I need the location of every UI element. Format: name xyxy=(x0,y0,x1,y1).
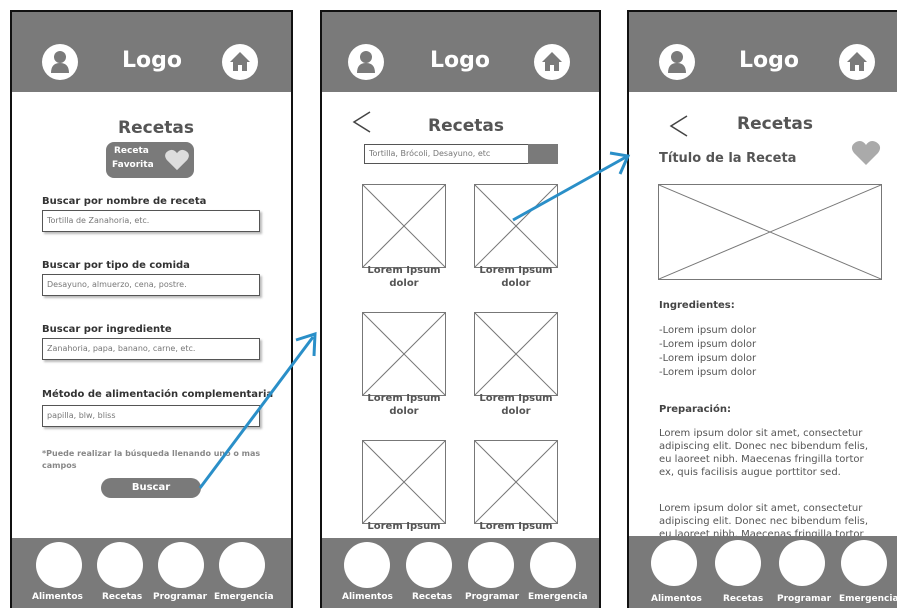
preparation-paragraph: Lorem ipsum dolor sit amet, consectetur … xyxy=(659,428,869,478)
bottom-nav: Alimentos Recetas Programar Emergencia xyxy=(322,538,599,608)
food-type-input[interactable]: Desayuno, almuerzo, cena, postre. xyxy=(42,274,260,296)
back-arrow-icon[interactable] xyxy=(350,110,374,134)
search-submit-button[interactable] xyxy=(528,144,558,164)
bottom-nav: Alimentos Recetas Programar Emergencia xyxy=(12,538,291,608)
nav-recetas-button[interactable] xyxy=(97,542,143,588)
preparation-heading: Preparación: xyxy=(659,404,731,415)
nav-label-programar: Programar xyxy=(465,592,520,602)
caption-line2: dolor xyxy=(501,406,531,417)
heart-icon[interactable] xyxy=(851,140,881,166)
back-arrow-icon[interactable] xyxy=(667,114,691,138)
ingredient-item: -Lorem ipsum dolor xyxy=(659,339,757,350)
recipe-image xyxy=(658,184,882,280)
nav-label-alimentos: Alimentos xyxy=(651,594,702,604)
page-title: Recetas xyxy=(428,116,504,136)
user-icon[interactable] xyxy=(42,44,78,80)
recipe-thumbnail[interactable] xyxy=(362,184,446,268)
heart-icon xyxy=(165,149,189,171)
home-icon[interactable] xyxy=(534,44,570,80)
nav-recetas-button[interactable] xyxy=(406,542,452,588)
method-label: Método de alimentación complementaria xyxy=(42,389,274,400)
method-input[interactable]: papilla, blw, bliss xyxy=(42,405,260,427)
recipe-thumbnail[interactable] xyxy=(474,312,558,396)
nav-label-recetas: Recetas xyxy=(723,594,764,604)
nav-programar-button[interactable] xyxy=(779,540,825,586)
recipe-thumbnail[interactable] xyxy=(474,184,558,268)
search-name-input[interactable]: Tortilla de Zanahoria, etc. xyxy=(42,210,260,232)
search-button[interactable]: Buscar xyxy=(101,478,201,498)
nav-emergencia-button[interactable] xyxy=(530,542,576,588)
caption-line2: dolor xyxy=(501,278,531,289)
top-bar: Logo xyxy=(629,12,897,92)
recipe-thumbnail[interactable] xyxy=(474,440,558,524)
nav-emergencia-button[interactable] xyxy=(219,542,265,588)
logo: Logo xyxy=(430,48,490,73)
home-icon[interactable] xyxy=(839,44,875,80)
nav-label-emergencia: Emergencia xyxy=(528,592,588,602)
caption-line1: Lorem Ipsum xyxy=(367,265,441,276)
food-type-label: Buscar por tipo de comida xyxy=(42,260,190,271)
nav-alimentos-button[interactable] xyxy=(651,540,697,586)
ingredient-item: -Lorem ipsum dolor xyxy=(659,353,757,364)
logo: Logo xyxy=(739,48,799,73)
caption-line1: Lorem Ipsum xyxy=(479,265,553,276)
logo: Logo xyxy=(122,48,182,73)
recipe-caption: Lorem Ipsum dolor xyxy=(474,392,558,418)
nav-emergencia-button[interactable] xyxy=(841,540,887,586)
screen-search-form: Logo Recetas Receta Favorita Buscar por … xyxy=(10,10,293,608)
favorite-recipe-button[interactable]: Receta Favorita xyxy=(106,142,194,178)
nav-programar-button[interactable] xyxy=(158,542,204,588)
nav-programar-button[interactable] xyxy=(468,542,514,588)
ingredient-item: -Lorem ipsum dolor xyxy=(659,325,757,336)
recipe-caption: Lorem Ipsum dolor xyxy=(362,264,446,290)
user-icon[interactable] xyxy=(348,44,384,80)
nav-label-programar: Programar xyxy=(153,592,208,602)
ingredient-item: -Lorem ipsum dolor xyxy=(659,367,757,378)
recipe-caption: Lorem Ipsum dolor xyxy=(362,392,446,418)
recipe-caption: Lorem Ipsum xyxy=(474,520,558,533)
caption-line2: dolor xyxy=(389,406,419,417)
recipe-caption: Lorem Ipsum xyxy=(362,520,446,533)
recipe-title: Título de la Receta xyxy=(659,151,797,166)
home-icon[interactable] xyxy=(222,44,258,80)
caption-line1: Lorem Ipsum xyxy=(367,521,441,532)
nav-label-alimentos: Alimentos xyxy=(32,592,83,602)
search-name-label: Buscar por nombre de receta xyxy=(42,196,207,207)
screen-recipe-detail: Logo Recetas Título de la Receta Ingredi… xyxy=(627,10,897,608)
nav-label-alimentos: Alimentos xyxy=(342,592,393,602)
nav-label-emergencia: Emergencia xyxy=(839,594,897,604)
caption-line1: Lorem Ipsum xyxy=(479,393,553,404)
nav-alimentos-button[interactable] xyxy=(344,542,390,588)
recipe-caption: Lorem Ipsum dolor xyxy=(474,264,558,290)
screen-results: Logo Recetas Tortilla, Brócoli, Desayuno… xyxy=(320,10,601,608)
recipe-thumbnail[interactable] xyxy=(362,312,446,396)
nav-alimentos-button[interactable] xyxy=(36,542,82,588)
favorite-label-line2: Favorita xyxy=(112,160,154,170)
flow-arrow-head xyxy=(609,151,631,175)
caption-line2: dolor xyxy=(389,278,419,289)
page-title: Recetas xyxy=(737,114,813,134)
nav-recetas-button[interactable] xyxy=(715,540,761,586)
nav-label-emergencia: Emergencia xyxy=(214,592,274,602)
ingredient-label: Buscar por ingrediente xyxy=(42,324,172,335)
bottom-nav: Alimentos Recetas Programar Emergencia xyxy=(629,536,897,608)
page-title: Recetas xyxy=(118,118,194,138)
ingredient-input[interactable]: Zanahoria, papa, banano, carne, etc. xyxy=(42,338,260,360)
flow-arrow-head xyxy=(295,331,317,357)
ingredients-heading: Ingredientes: xyxy=(659,300,735,311)
user-icon[interactable] xyxy=(659,44,695,80)
top-bar: Logo xyxy=(12,12,291,92)
search-note: *Puede realizar la búsqueda llenando uno… xyxy=(42,449,261,470)
recipe-thumbnail[interactable] xyxy=(362,440,446,524)
top-bar: Logo xyxy=(322,12,599,92)
caption-line1: Lorem Ipsum xyxy=(479,521,553,532)
nav-label-programar: Programar xyxy=(777,594,832,604)
caption-line1: Lorem Ipsum xyxy=(367,393,441,404)
favorite-label-line1: Receta xyxy=(114,146,149,156)
nav-label-recetas: Recetas xyxy=(102,592,143,602)
nav-label-recetas: Recetas xyxy=(412,592,453,602)
